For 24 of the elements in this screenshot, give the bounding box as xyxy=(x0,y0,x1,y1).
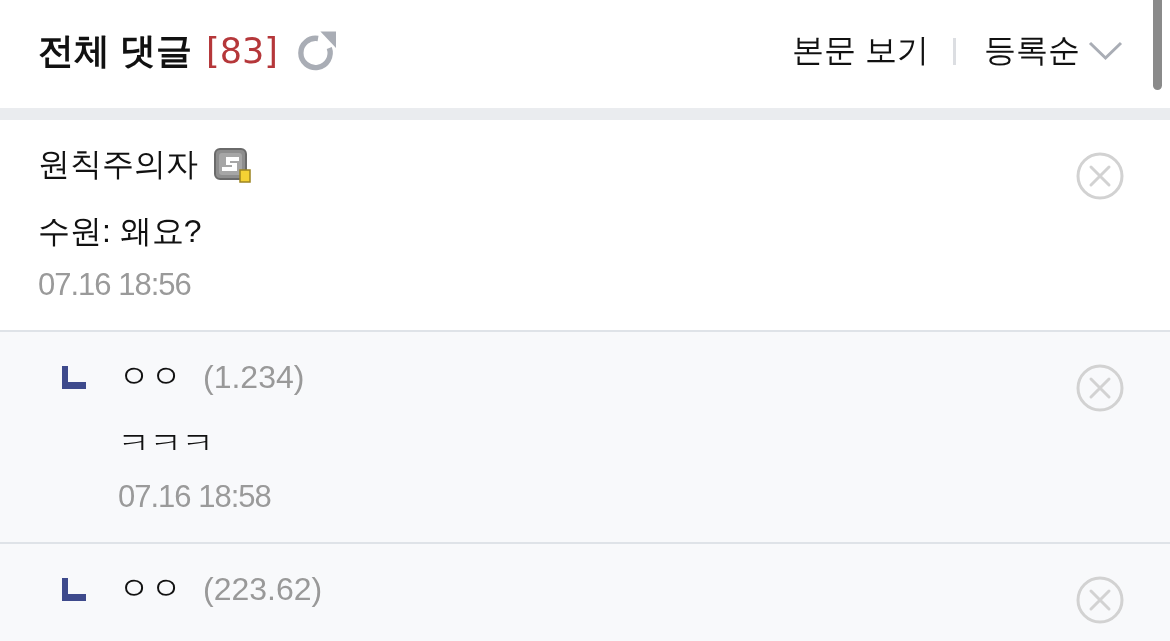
view-post-link[interactable]: 본문 보기 xyxy=(792,29,929,73)
scrollbar-thumb[interactable] xyxy=(1153,0,1162,90)
refresh-icon[interactable] xyxy=(295,30,337,72)
comment-text: ㅋㅋㅋ xyxy=(118,424,214,463)
chevron-down-icon xyxy=(1088,41,1123,61)
comments-title: 전체 댓글 xyxy=(38,28,192,73)
comment-time: 07.16 18:58 xyxy=(118,478,271,516)
comment-count: [83] xyxy=(206,31,278,71)
sort-dropdown[interactable]: 등록순 xyxy=(984,29,1123,73)
author-name[interactable]: ㅇㅇ xyxy=(118,567,182,611)
ip-address: (1.234) xyxy=(203,358,305,396)
delete-button[interactable] xyxy=(1076,576,1124,624)
close-circle-icon xyxy=(1076,576,1124,624)
close-circle-icon xyxy=(1076,152,1124,200)
comment-text: 수원: 왜요? xyxy=(38,212,202,251)
reply-corner-icon xyxy=(62,577,86,601)
reply-corner-icon xyxy=(62,365,86,389)
close-circle-icon xyxy=(1076,364,1124,412)
ip-address: (223.62) xyxy=(203,570,323,608)
author-name[interactable]: ㅇㅇ xyxy=(118,355,182,399)
author-name[interactable]: 원칙주의자 xyxy=(38,143,198,187)
comment-time: 07.16 18:56 xyxy=(38,266,191,304)
delete-button[interactable] xyxy=(1076,152,1124,200)
delete-button[interactable] xyxy=(1076,364,1124,412)
